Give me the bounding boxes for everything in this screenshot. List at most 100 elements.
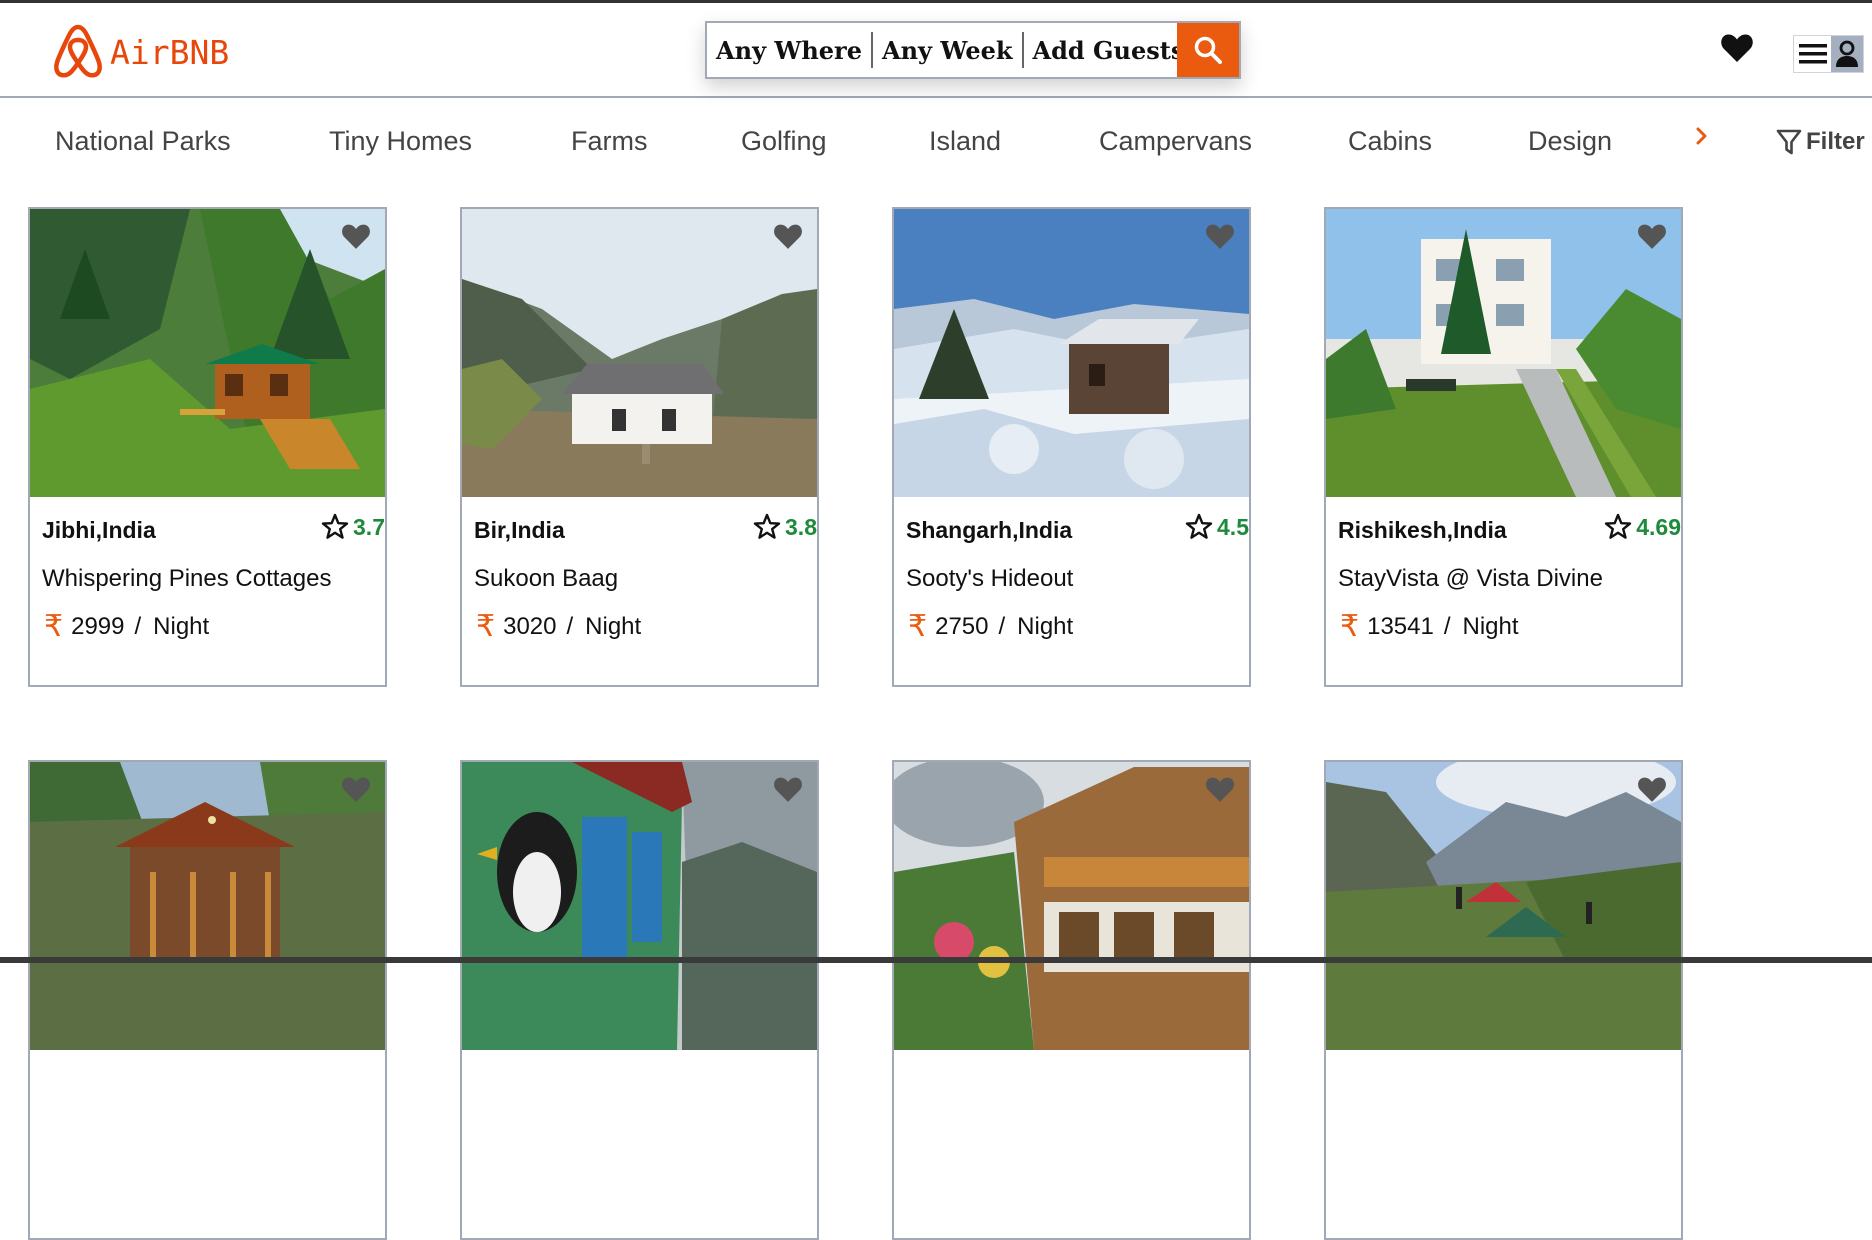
listing-photo [30, 209, 385, 497]
heart-icon [342, 224, 370, 249]
favorite-button[interactable] [1205, 776, 1235, 807]
listing-title: Sukoon Baag [474, 565, 619, 592]
rupee-icon: ₹ [1340, 609, 1360, 644]
search-button[interactable] [1177, 23, 1239, 77]
heart-icon [1638, 777, 1666, 802]
listing-rating: 4.69 [1604, 513, 1681, 541]
listing-photo [30, 762, 385, 1050]
heart-icon [1721, 34, 1753, 62]
rating-value: 3.8 [785, 513, 817, 540]
search-week[interactable]: Any Week [873, 36, 1022, 65]
listing-location: Rishikesh,India [1338, 517, 1507, 543]
rupee-icon: ₹ [476, 609, 496, 644]
favorite-button[interactable] [341, 776, 371, 807]
listing-price: ₹ 2750 / Night [908, 609, 1073, 644]
search-where[interactable]: Any Where [707, 36, 871, 65]
listing-title: Sooty's Hideout [906, 565, 1074, 592]
price-unit: Night [153, 612, 210, 640]
search-icon [1194, 36, 1222, 64]
filter-icon [1776, 129, 1802, 155]
rupee-icon: ₹ [908, 609, 928, 644]
favorite-button[interactable] [341, 223, 371, 254]
listing-rating: 4.5 [1185, 513, 1249, 541]
category-next-button[interactable] [1693, 124, 1711, 152]
category-cabins[interactable]: Cabins [1348, 126, 1432, 157]
listing-photo [462, 762, 817, 1050]
price-amount: 2999 [71, 612, 125, 640]
listing-rating: 3.7 [321, 513, 385, 541]
filter-button[interactable]: Filter [1776, 128, 1865, 156]
listing-card[interactable] [460, 760, 819, 1240]
price-amount: 2750 [935, 612, 989, 640]
listing-price: ₹ 3020 / Night [476, 609, 641, 644]
listing-location: Bir,India [474, 517, 565, 543]
rupee-icon: ₹ [44, 609, 64, 644]
category-national-parks[interactable]: National Parks [55, 126, 231, 157]
star-outline-icon [1185, 513, 1213, 539]
listing-title: StayVista @ Vista Divine [1338, 565, 1603, 592]
category-golfing[interactable]: Golfing [741, 126, 827, 157]
heart-icon [774, 777, 802, 802]
price-amount: 13541 [1367, 612, 1434, 640]
listing-price: ₹ 2999 / Night [44, 609, 209, 644]
favorite-button[interactable] [773, 776, 803, 807]
user-icon [1836, 40, 1859, 67]
listing-card[interactable] [28, 760, 387, 1240]
listing-location: Shangarh,India [906, 517, 1073, 543]
rating-value: 3.7 [353, 513, 385, 540]
wishlist-button[interactable] [1720, 33, 1754, 67]
heart-icon [1206, 224, 1234, 249]
category-bar: National Parks Tiny Homes Farms Golfing … [0, 98, 1872, 193]
listing-title: Whispering Pines Cottages [42, 565, 332, 592]
navbar: AirBNB Any Where Any Week Add Guests [0, 3, 1872, 98]
listing-rating: 3.8 [753, 513, 817, 541]
category-farms[interactable]: Farms [571, 126, 648, 157]
listing-price: ₹ 13541 / Night [1340, 609, 1519, 644]
price-separator: / [998, 612, 1006, 640]
account-menu[interactable] [1793, 35, 1864, 73]
listing-photo [894, 209, 1249, 497]
logo[interactable]: AirBNB [50, 21, 229, 79]
menu-button[interactable] [1794, 36, 1831, 72]
heart-icon [774, 224, 802, 249]
heart-icon [1638, 224, 1666, 249]
price-unit: Night [585, 612, 642, 640]
listing-card[interactable]: Shangarh,India 4.5 Sooty's Hideout ₹ 275… [892, 207, 1251, 687]
user-button[interactable] [1831, 36, 1863, 72]
heart-icon [1206, 777, 1234, 802]
brand-name: AirBNB [110, 32, 230, 72]
listing-card[interactable]: Jibhi,India 3.7 Whispering Pines Cottage… [28, 207, 387, 687]
hamburger-menu-icon [1798, 44, 1827, 64]
category-campervans[interactable]: Campervans [1099, 126, 1252, 157]
price-separator: / [566, 612, 574, 640]
star-outline-icon [321, 513, 349, 539]
listing-card[interactable] [892, 760, 1251, 1240]
star-outline-icon [1605, 513, 1632, 539]
search-bar: Any Where Any Week Add Guests [705, 21, 1241, 79]
airbnb-logo-icon [54, 24, 102, 78]
listing-photo [462, 209, 817, 497]
listing-location: Jibhi,India [42, 517, 156, 543]
listing-card[interactable] [1324, 760, 1683, 1240]
favorite-button[interactable] [1637, 223, 1667, 254]
price-unit: Night [1017, 612, 1074, 640]
category-tiny-homes[interactable]: Tiny Homes [329, 126, 472, 157]
window-bottom-border [0, 957, 1872, 963]
star-outline-icon [753, 513, 781, 539]
search-guests[interactable]: Add Guests [1024, 36, 1194, 65]
price-separator: / [134, 612, 142, 640]
favorite-button[interactable] [773, 223, 803, 254]
price-amount: 3020 [503, 612, 557, 640]
listing-photo [894, 762, 1249, 1050]
listing-photo [1326, 209, 1681, 497]
category-island[interactable]: Island [929, 126, 1001, 157]
category-design[interactable]: Design [1528, 126, 1612, 157]
heart-icon [342, 777, 370, 802]
price-separator: / [1443, 612, 1451, 640]
favorite-button[interactable] [1205, 223, 1235, 254]
listing-card[interactable]: Rishikesh,India 4.69 StayVista @ Vista D… [1324, 207, 1683, 687]
rating-value: 4.69 [1636, 513, 1681, 540]
price-unit: Night [1462, 612, 1519, 640]
listing-card[interactable]: Bir,India 3.8 Sukoon Baag ₹ 3020 / Night [460, 207, 819, 687]
favorite-button[interactable] [1637, 776, 1667, 807]
